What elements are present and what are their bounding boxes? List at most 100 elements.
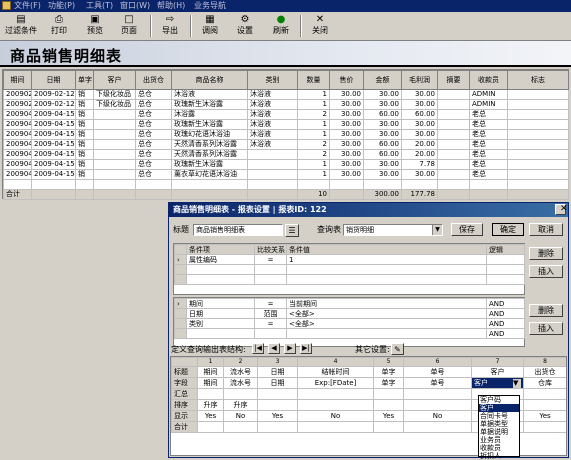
row-label: 标题 bbox=[171, 366, 198, 378]
condition-col-header: 条件项 bbox=[186, 244, 255, 255]
menu-tools[interactable]: 工具(T) bbox=[86, 1, 113, 11]
column-number[interactable]: 2 bbox=[223, 357, 258, 367]
menu-help[interactable]: 帮助(H) bbox=[157, 1, 185, 11]
column-number[interactable]: 3 bbox=[257, 357, 298, 367]
column-number[interactable]: 5 bbox=[373, 357, 404, 367]
layout-title-row[interactable]: 标题 期间 流水号 日期 结帐时间 单字 单号 客户 出货仓 bbox=[171, 366, 566, 378]
table-cell: 老总 bbox=[469, 149, 508, 160]
chevron-down-icon[interactable]: ▼ bbox=[432, 225, 442, 235]
chevron-down-icon[interactable]: ▼ bbox=[513, 378, 521, 388]
title-picker-button[interactable]: ☰ bbox=[285, 224, 299, 237]
menu-business-nav[interactable]: 业务导航 bbox=[194, 1, 226, 11]
filter-row[interactable]: 日期 范围 <全部> AND bbox=[174, 308, 525, 319]
column-number[interactable]: 7 bbox=[471, 357, 524, 367]
menu-function[interactable]: 功能(P) bbox=[48, 1, 75, 11]
other-settings-button[interactable]: ✎ bbox=[391, 343, 404, 355]
col-header[interactable]: 数量 bbox=[297, 70, 330, 90]
column-number[interactable]: 1 bbox=[197, 357, 224, 367]
table-row[interactable]: 200902 2009-02-12 销下级化妆品 总仓 沐浴液 沐浴液 1 30.00 30.0… bbox=[3, 89, 569, 100]
dropdown-option[interactable]: 单据类型 bbox=[479, 420, 519, 428]
dropdown-option[interactable]: 单据说明 bbox=[479, 428, 519, 436]
condition-row[interactable]: › 属性编码 = 1 bbox=[174, 254, 525, 265]
table-row[interactable]: 200904 2009-04-15 销总仓 沐浴露 沐浴液 2 30.00 60.00 60.0… bbox=[3, 109, 569, 120]
dropdown-option-selected[interactable]: 客户 bbox=[479, 404, 519, 412]
insert-condition-button[interactable]: 插入 bbox=[529, 265, 563, 278]
row-pointer-icon: › bbox=[174, 254, 187, 265]
ok-button[interactable]: 确定 bbox=[492, 223, 524, 236]
cancel-button[interactable]: 取消 bbox=[529, 223, 563, 236]
layout-field-row[interactable]: 字段 期间 流水号 日期 Exp:[FDate] 单字 单号 客户 ▼ 仓库 bbox=[171, 377, 566, 389]
table-cell bbox=[437, 169, 470, 180]
filter-table[interactable]: › 期间 = 当前期间 AND 日期 范围 <全部> AND 类别 = <全部>… bbox=[173, 297, 525, 347]
table-cell: 30.00 bbox=[329, 139, 364, 150]
filter-row[interactable]: 类别 = <全部> AND bbox=[174, 318, 525, 329]
print-button[interactable]: ⎙ 打印 bbox=[46, 14, 72, 38]
table-row[interactable]: 200904 2009-04-15 销总仓 玫瑰新生沐浴露 沐浴液 1 30.00 30.00… bbox=[3, 119, 569, 130]
col-header[interactable]: 期间 bbox=[3, 70, 32, 90]
dropdown-option[interactable]: 客户码 bbox=[479, 396, 519, 404]
menu-window[interactable]: 窗口(W) bbox=[120, 1, 150, 11]
condition-row[interactable] bbox=[174, 264, 525, 275]
col-header[interactable]: 日期 bbox=[31, 70, 76, 90]
insert-filter-button[interactable]: 插入 bbox=[529, 322, 563, 335]
dropdown-option[interactable]: 合同卡号 bbox=[479, 412, 519, 420]
last-column-button[interactable]: ▶| bbox=[300, 343, 312, 354]
refresh-button[interactable]: ● 刷新 bbox=[268, 14, 294, 38]
prev-column-button[interactable]: ◀ bbox=[268, 343, 280, 354]
table-row[interactable]: 200904 2009-04-15 销总仓 薰衣草幻花语沐浴油 1 30.00 30.00 3… bbox=[3, 169, 569, 180]
col-header[interactable]: 金额 bbox=[363, 70, 402, 90]
query-table-select[interactable]: 销货明细 ▼ bbox=[343, 224, 443, 236]
column-number[interactable]: 6 bbox=[403, 357, 472, 367]
close-button[interactable]: ✕ 关闭 bbox=[307, 14, 333, 38]
preview-button[interactable]: ▣ 预览 bbox=[82, 14, 108, 38]
dropdown-option[interactable]: 收款员 bbox=[479, 444, 519, 452]
col-header[interactable]: 售价 bbox=[329, 70, 364, 90]
table-cell: 200904 bbox=[3, 149, 32, 160]
export-button[interactable]: ⇨ 导出 bbox=[157, 14, 183, 38]
query-button[interactable]: ▦ 调阅 bbox=[197, 14, 223, 38]
table-cell: 30.00 bbox=[329, 169, 364, 180]
table-row[interactable]: 200904 2009-04-15 销总仓 玫瑰新生沐浴露 1 30.00 30.00 7.7… bbox=[3, 159, 569, 170]
delete-condition-button[interactable]: 删除 bbox=[529, 247, 563, 260]
condition-row[interactable] bbox=[174, 274, 525, 285]
dialog-close-button[interactable]: ✕ bbox=[555, 204, 568, 215]
report-grid[interactable]: 期间 日期 单字 客户 出货仓 商品名称 类别 数量 售价 金额 毛利润 摘要 … bbox=[2, 69, 569, 200]
filter-row[interactable]: › 期间 = 当前期间 AND bbox=[174, 298, 525, 309]
save-button[interactable]: 保存 bbox=[451, 223, 483, 236]
delete-filter-button[interactable]: 删除 bbox=[529, 304, 563, 317]
settings-button[interactable]: ⚙ 设置 bbox=[232, 14, 258, 38]
col-header[interactable]: 类别 bbox=[247, 70, 298, 90]
col-header[interactable]: 毛利润 bbox=[401, 70, 438, 90]
col-header[interactable]: 商品名称 bbox=[171, 70, 248, 90]
col-header[interactable]: 客户 bbox=[93, 70, 136, 90]
table-row[interactable]: 200904 2009-04-15 销 总仓 天然清香系列沐浴露 2 30.00 60.00 2… bbox=[3, 149, 569, 160]
menu-file[interactable]: 文件(F) bbox=[14, 1, 41, 11]
col-header[interactable]: 摘要 bbox=[437, 70, 470, 90]
filter-row[interactable]: AND bbox=[174, 328, 525, 339]
col-header[interactable]: 收款员 bbox=[469, 70, 508, 90]
dropdown-option[interactable]: 业务员 bbox=[479, 436, 519, 444]
col-header[interactable]: 出货仓 bbox=[135, 70, 172, 90]
page-setup-button[interactable]: □ 页面 bbox=[116, 14, 142, 38]
table-row[interactable]: 200904 2009-04-15 销 总仓 天然清香系列沐浴露 沐浴液 2 30.00 60.… bbox=[3, 139, 569, 150]
next-column-button[interactable]: ▶ bbox=[284, 343, 296, 354]
table-row[interactable]: 200902 2009-02-12 销下级化妆品 总仓 玫瑰新生沐浴露 沐浴液 1 30.00… bbox=[3, 99, 569, 110]
col-header[interactable]: 单字 bbox=[75, 70, 94, 90]
table-cell: 2009-02-12 bbox=[31, 89, 76, 100]
dropdown-option[interactable]: 折扣人 bbox=[479, 452, 519, 460]
first-icon: |◀ bbox=[254, 344, 262, 352]
table-cell: 天然清香系列沐浴露 bbox=[171, 149, 248, 160]
filter-button[interactable]: ▤ 过滤条件 bbox=[4, 14, 38, 38]
table-cell: 老总 bbox=[469, 129, 508, 140]
first-column-button[interactable]: |◀ bbox=[252, 343, 264, 354]
column-number[interactable]: 8 bbox=[523, 357, 566, 367]
col-header[interactable]: 标志 bbox=[507, 70, 569, 90]
table-cell: 60.00 bbox=[401, 109, 438, 120]
field-select-active[interactable]: 客户 ▼ bbox=[471, 377, 524, 389]
column-number[interactable]: 4 bbox=[297, 357, 374, 367]
dialog-titlebar[interactable]: 商品销售明细表 - 报表设置 | 报表ID: 122 ✕ bbox=[169, 203, 568, 217]
title-input[interactable]: 商品销售明细表 bbox=[193, 224, 283, 236]
field-dropdown-list[interactable]: 客户码 客户 合同卡号 单据类型 单据说明 业务员 收款员 折扣人 bbox=[478, 395, 520, 460]
condition-table[interactable]: 条件项 比较关系 条件值 逻辑 › 属性编码 = 1 bbox=[173, 243, 525, 295]
table-row[interactable]: 200904 2009-04-15 销总仓 玫瑰幻花语沐浴油 沐浴液 1 30.00 30.0… bbox=[3, 129, 569, 140]
